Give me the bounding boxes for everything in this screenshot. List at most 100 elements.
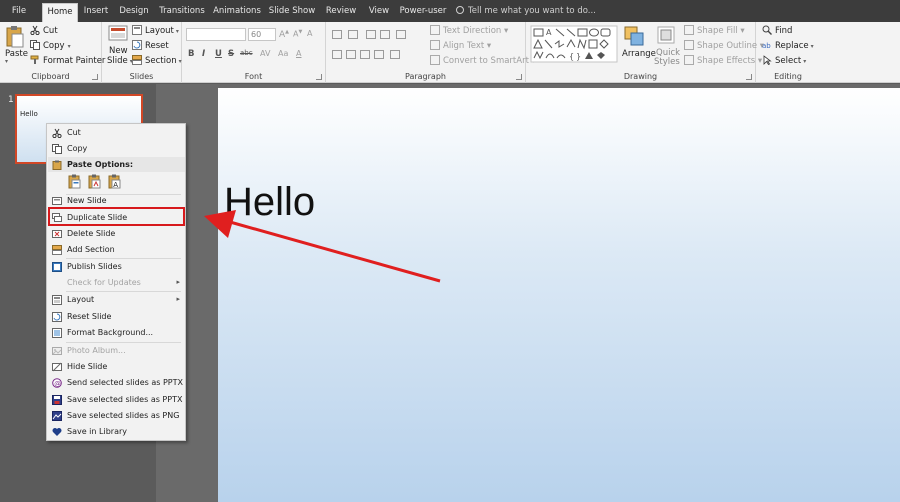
- shape-outline-button[interactable]: Shape Outline ▾: [684, 40, 764, 51]
- underline-button[interactable]: U: [215, 49, 222, 59]
- justify-icon[interactable]: [374, 50, 384, 59]
- section-button[interactable]: Section ▾: [132, 55, 182, 66]
- change-case-icon[interactable]: Aa: [278, 49, 288, 58]
- menu-item-new-slide[interactable]: New Slide: [48, 193, 185, 208]
- bold-button[interactable]: B: [188, 49, 194, 59]
- new-slide-label-2: Slide: [107, 56, 128, 66]
- layout-button[interactable]: Layout ▾: [132, 25, 179, 36]
- slide-title-text[interactable]: Hello: [224, 180, 315, 225]
- menu-item-publish-slides[interactable]: Publish Slides: [48, 259, 185, 274]
- paragraph-launcher-icon[interactable]: [516, 74, 522, 80]
- align-center-icon[interactable]: [346, 50, 356, 59]
- clear-formatting-icon[interactable]: A: [307, 29, 312, 38]
- new-slide-label-1[interactable]: New: [109, 46, 128, 56]
- character-spacing-icon[interactable]: AV: [260, 49, 270, 58]
- paste-keep-formatting-icon[interactable]: [87, 174, 102, 189]
- menu-item-photo-album[interactable]: Photo Album...: [48, 343, 185, 358]
- menu-item-cut[interactable]: Cut: [48, 125, 185, 140]
- align-right-icon[interactable]: [360, 50, 370, 59]
- align-text-label: Align Text: [443, 41, 485, 51]
- paste-dropdown-icon[interactable]: ▾: [5, 58, 8, 65]
- tab-transitions[interactable]: Transitions: [157, 3, 207, 22]
- cut-button[interactable]: Cut: [30, 25, 58, 36]
- menu-item-hide-slide-label: Hide Slide: [67, 362, 108, 371]
- align-left-icon[interactable]: [332, 50, 342, 59]
- tell-me-box[interactable]: Tell me what you want to do...: [456, 3, 596, 20]
- tab-power-user[interactable]: Power-user: [398, 3, 448, 22]
- new-slide-button[interactable]: Slide ▾: [107, 56, 133, 66]
- replace-button[interactable]: ab Replace ▾: [762, 40, 814, 51]
- increase-indent-icon[interactable]: [380, 30, 390, 39]
- format-painter-button[interactable]: Format Painter: [30, 55, 105, 66]
- hide-slide-icon: [52, 362, 62, 372]
- clipboard-launcher-icon[interactable]: [92, 74, 98, 80]
- reset-button[interactable]: Reset: [132, 40, 169, 51]
- copy-icon: [30, 40, 40, 50]
- menu-item-delete-slide[interactable]: Delete Slide: [48, 226, 185, 241]
- drawing-launcher-icon[interactable]: [746, 74, 752, 80]
- submenu-arrow-icon: ▸: [176, 295, 180, 303]
- paste-use-destination-theme-icon[interactable]: [67, 174, 82, 189]
- arrange-icon[interactable]: [623, 25, 645, 49]
- arrange-button[interactable]: Arrange: [622, 49, 656, 59]
- text-direction-button[interactable]: Text Direction ▾: [430, 25, 508, 36]
- new-slide-icon[interactable]: [108, 25, 128, 45]
- tab-view[interactable]: View: [365, 3, 393, 22]
- duplicate-slide-highlight-box: [48, 207, 185, 226]
- line-spacing-icon[interactable]: [396, 30, 406, 39]
- tab-file[interactable]: File: [4, 3, 34, 22]
- menu-item-format-background[interactable]: Format Background...: [48, 325, 185, 340]
- quick-styles-icon[interactable]: [656, 25, 676, 47]
- bullets-icon[interactable]: [332, 30, 342, 39]
- convert-smartart-button[interactable]: Convert to SmartArt ▾: [430, 55, 536, 66]
- menu-item-hide-slide[interactable]: Hide Slide: [48, 359, 185, 374]
- paste-button[interactable]: Paste: [5, 49, 28, 59]
- tab-slide-show[interactable]: Slide Show: [268, 3, 316, 22]
- section-icon: [52, 245, 62, 255]
- increase-font-icon[interactable]: A▲: [279, 29, 289, 40]
- italic-button[interactable]: I: [202, 49, 205, 59]
- ribbon: Paste ▾ Cut Copy ▾ Format Painter Clipboa…: [0, 22, 900, 83]
- numbering-icon[interactable]: [348, 30, 358, 39]
- scissors-icon: [30, 25, 40, 36]
- menu-item-copy[interactable]: Copy: [48, 141, 185, 156]
- shape-effects-button[interactable]: Shape Effects ▾: [684, 55, 762, 66]
- delete-slide-icon: [52, 229, 62, 239]
- reset-icon: [132, 40, 142, 50]
- font-size-field[interactable]: 60: [248, 28, 276, 41]
- shapes-gallery[interactable]: A { }: [530, 25, 618, 65]
- font-name-field[interactable]: [186, 28, 246, 41]
- find-button[interactable]: Find: [762, 25, 792, 36]
- slides-group-label: Slides: [129, 72, 154, 81]
- text-shadow-button[interactable]: abc: [240, 49, 253, 57]
- tab-review[interactable]: Review: [323, 3, 359, 22]
- copy-button[interactable]: Copy ▾: [30, 40, 71, 51]
- align-text-button[interactable]: Align Text ▾: [430, 40, 491, 51]
- quick-styles-label-2[interactable]: Styles: [654, 57, 680, 67]
- copy-label: Copy: [43, 41, 65, 51]
- decrease-indent-icon[interactable]: [366, 30, 376, 39]
- tab-home[interactable]: Home: [42, 3, 78, 22]
- select-button[interactable]: Select ▾: [762, 55, 806, 66]
- paste-icon[interactable]: [5, 25, 25, 51]
- menu-item-save-pptx[interactable]: Save selected slides as PPTX: [48, 392, 185, 407]
- menu-item-send-pptx[interactable]: @ Send selected slides as PPTX: [48, 375, 185, 390]
- font-color-icon[interactable]: A: [296, 49, 301, 58]
- paste-keep-text-only-icon[interactable]: A: [107, 174, 122, 189]
- font-launcher-icon[interactable]: [316, 74, 322, 80]
- shape-fill-button[interactable]: Shape Fill ▾: [684, 25, 745, 36]
- tab-insert[interactable]: Insert: [81, 3, 111, 22]
- strikethrough-button[interactable]: S: [228, 49, 234, 59]
- menu-item-save-library[interactable]: Save in Library: [48, 424, 185, 439]
- cut-label: Cut: [43, 26, 58, 36]
- tab-animations[interactable]: Animations: [213, 3, 261, 22]
- menu-item-check-updates[interactable]: Check for Updates ▸: [48, 275, 185, 290]
- decrease-font-icon[interactable]: A▼: [293, 29, 302, 39]
- tab-design[interactable]: Design: [118, 3, 150, 22]
- menu-item-add-section[interactable]: Add Section: [48, 242, 185, 257]
- menu-item-layout[interactable]: Layout ▸: [48, 292, 185, 307]
- columns-icon[interactable]: [390, 50, 400, 59]
- slide-canvas[interactable]: [218, 88, 900, 502]
- menu-item-reset-slide[interactable]: Reset Slide: [48, 309, 185, 324]
- menu-item-save-png[interactable]: Save selected slides as PNG: [48, 408, 185, 423]
